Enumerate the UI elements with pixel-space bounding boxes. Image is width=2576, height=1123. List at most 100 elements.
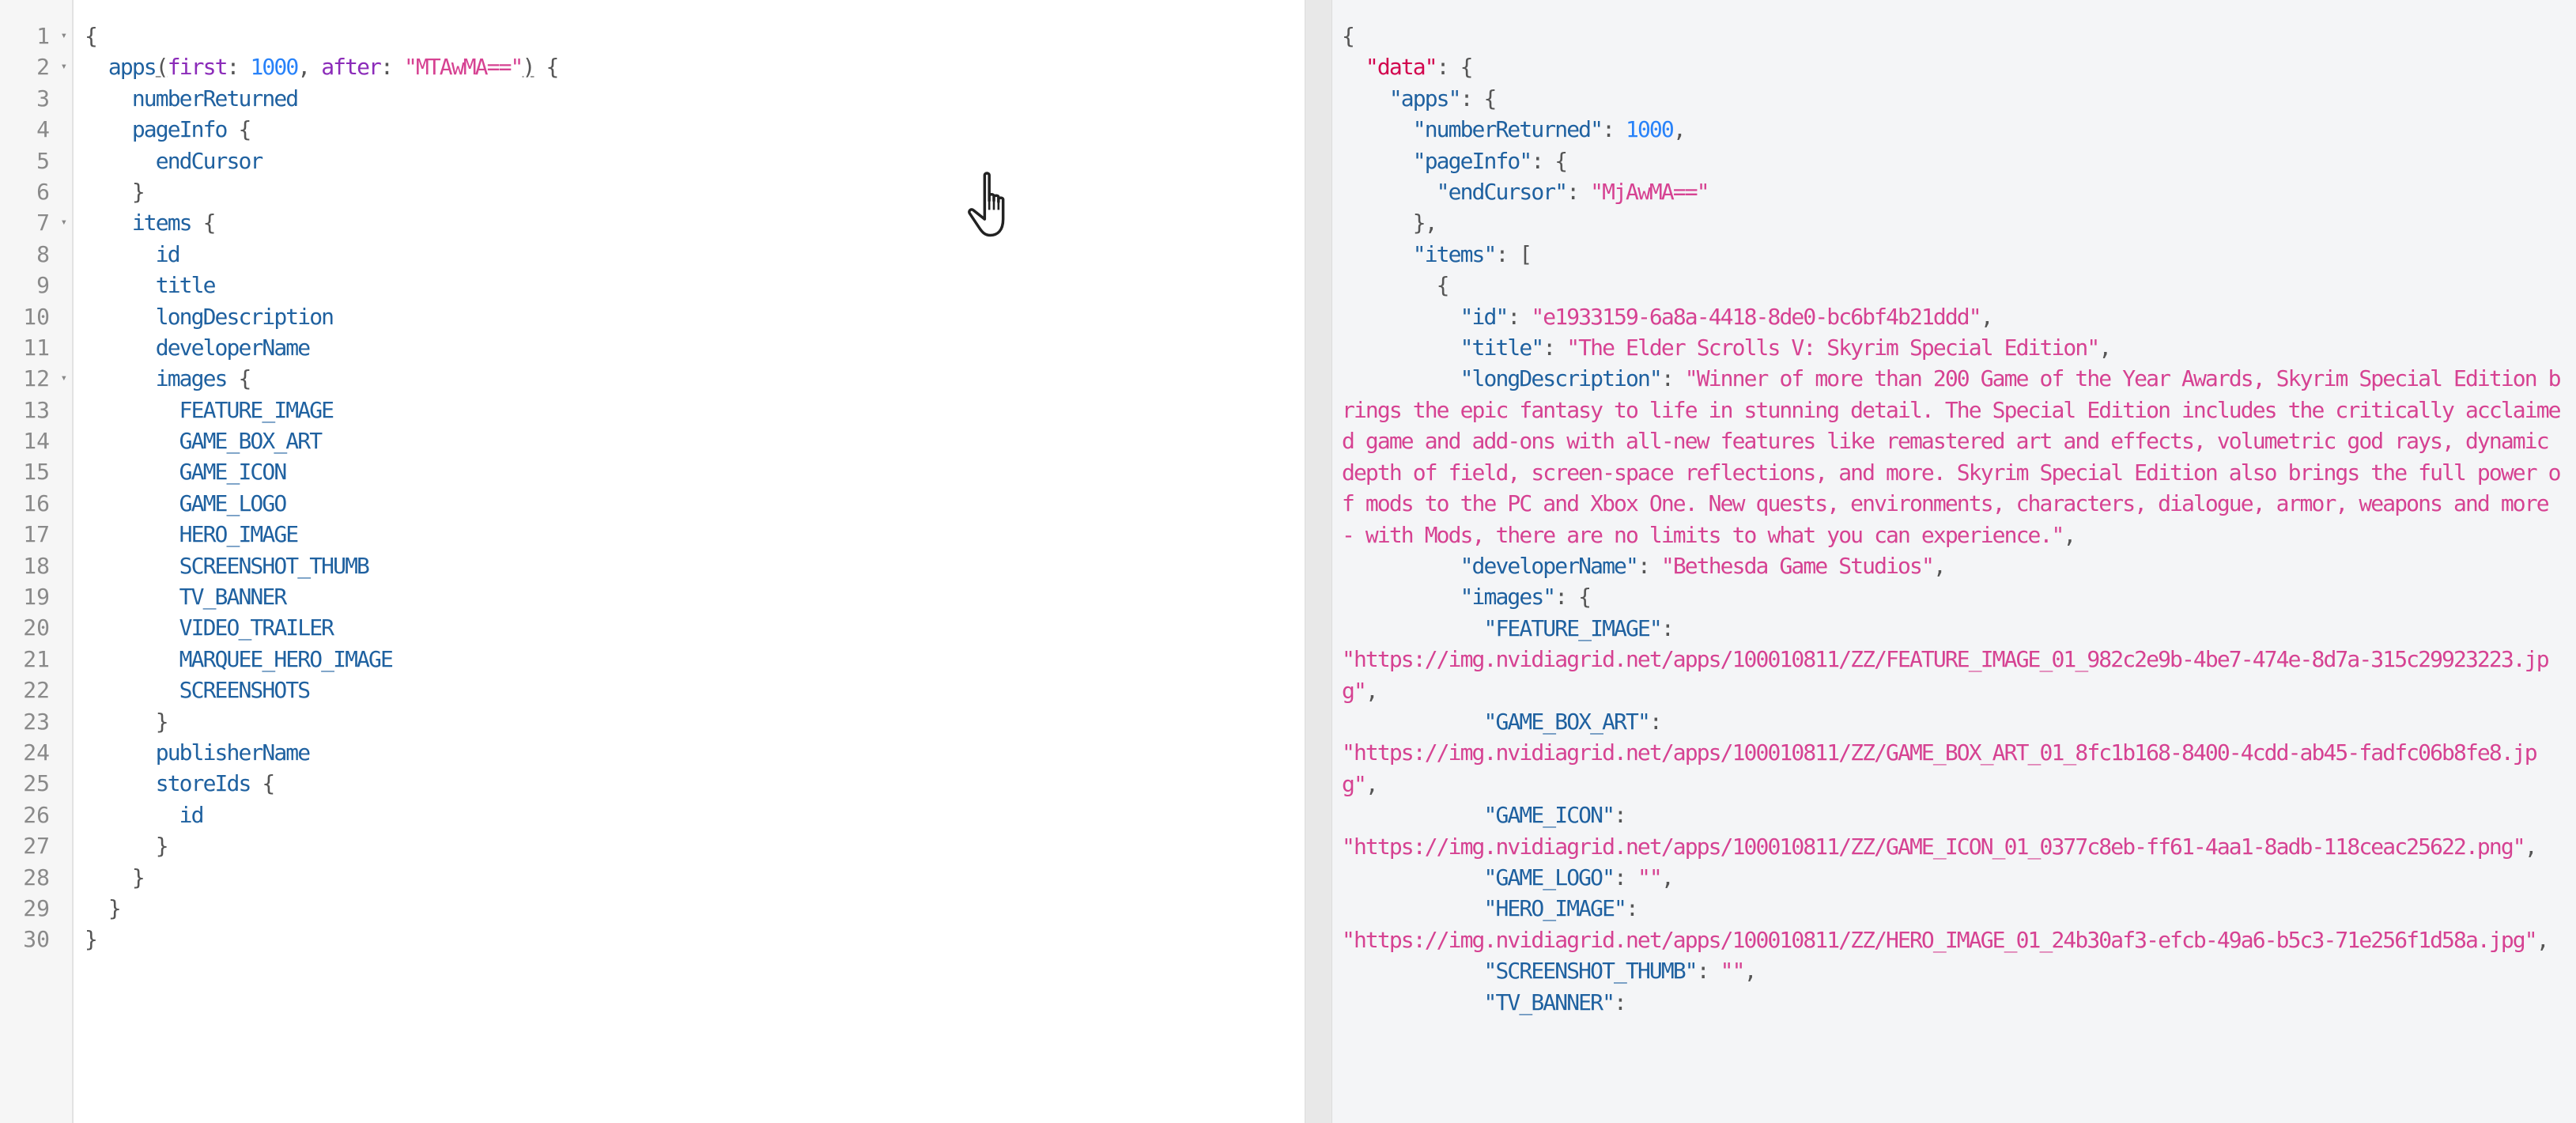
code-line: items { [131, 210, 217, 236]
code-line: } [108, 894, 122, 921]
field-name: publisherName [155, 739, 311, 766]
code-line: } [155, 708, 169, 735]
image-field-name: VIDEO_TRAILER [179, 614, 334, 641]
code-line: numberReturned [85, 83, 1305, 114]
arg-name: first [167, 54, 229, 81]
line-number: 17 [23, 521, 50, 548]
field-name: numberReturned [131, 85, 299, 112]
line-number: 11 [23, 334, 50, 361]
code-line: developerName [85, 332, 1305, 363]
image-field-name: GAME_BOX_ART [179, 428, 323, 455]
json-key: "endCursor" [1436, 179, 1568, 206]
code-line: title [85, 270, 1305, 301]
code-line: SCREENSHOT_THUMB [85, 550, 1305, 581]
field-name: id [179, 801, 205, 828]
line-number: 30 [23, 926, 50, 953]
line-number: 2 ▾ [0, 51, 74, 82]
line-number: 13 [23, 396, 50, 423]
query-editor[interactable]: 1 ▾ 2 ▾ 3 4 5 6 7 ▾ 8 9 10 11 12 ▾ 13 14 15 16 17 18 19 20 21 22 2… [0, 0, 1305, 1123]
code-line: FEATURE_IMAGE [85, 395, 1305, 425]
field-name: developerName [155, 334, 311, 361]
line-number: 9 [36, 272, 50, 299]
line-number: 23 [23, 708, 50, 735]
arg-name: after [321, 54, 382, 81]
root-field: apps [108, 54, 157, 81]
code-line: GAME_ICON [85, 456, 1305, 487]
json-key: "FEATURE_IMAGE" [1483, 614, 1663, 641]
line-number-gutter: 1 ▾ 2 ▾ 3 4 5 6 7 ▾ 8 9 10 11 12 ▾ 13 14 15 16 17 18 19 20 21 22 2… [0, 0, 74, 1123]
line-number: 1 ▾ [0, 21, 74, 51]
json-key: "data" [1365, 54, 1438, 81]
code-line: storeIds { [155, 770, 275, 797]
code-line: { [85, 23, 98, 49]
line-number: 5 [36, 147, 50, 174]
line-number: 7 ▾ [0, 207, 74, 238]
json-key: "GAME_BOX_ART" [1483, 708, 1651, 735]
result-viewer: { "data": { "apps": { "numberReturned": … [1332, 0, 2576, 1123]
json-number: 1000 [1626, 116, 1675, 143]
json-string: "https://img.nvidiagrid.net/apps/1000108… [1342, 926, 2538, 953]
field-name: images [155, 365, 229, 392]
fold-toggle-icon[interactable]: ▾ [61, 207, 67, 238]
field-name: pageInfo [131, 116, 229, 143]
line-number: 3 [36, 85, 50, 112]
json-string: "" [1637, 864, 1663, 890]
field-name: items [131, 210, 193, 236]
code-line: id [85, 800, 1305, 830]
code-line: id [85, 239, 1305, 270]
field-name: longDescription [155, 303, 334, 330]
line-number: 12 ▾ [0, 363, 74, 394]
graphiql-app: 1 ▾ 2 ▾ 3 4 5 6 7 ▾ 8 9 10 11 12 ▾ 13 14 15 16 17 18 19 20 21 22 2… [0, 0, 2576, 1123]
fold-toggle-icon[interactable]: ▾ [61, 51, 67, 82]
code-line: images { [155, 365, 252, 392]
code-line: VIDEO_TRAILER [85, 612, 1305, 643]
arg-value: 1000 [250, 54, 299, 81]
line-number: 20 [23, 614, 50, 641]
line-number: 29 [23, 894, 50, 921]
json-key: "TV_BANNER" [1483, 989, 1615, 1015]
field-name: endCursor [155, 147, 264, 174]
json-key: "items" [1412, 240, 1498, 267]
json-key: "pageInfo" [1412, 147, 1532, 174]
json-string: "https://img.nvidiagrid.net/apps/1000108… [1342, 739, 2538, 797]
field-name: id [155, 240, 181, 267]
image-field-name: GAME_ICON [179, 459, 288, 486]
code-line: } [85, 926, 98, 953]
code-line: longDescription [85, 301, 1305, 332]
line-number: 25 [23, 770, 50, 797]
code-line: TV_BANNER [85, 581, 1305, 612]
json-string: "Winner of more than 200 Game of the Yea… [1342, 365, 2562, 548]
json-key: "numberReturned" [1412, 116, 1603, 143]
code-line: publisherName [85, 737, 1305, 768]
query-code[interactable]: { apps(first: 1000, after: "MTAwMA==") {… [74, 0, 1305, 1123]
line-number: 6 [36, 178, 50, 205]
image-field-name: GAME_LOGO [179, 490, 288, 516]
line-number: 24 [23, 739, 50, 766]
line-number: 27 [23, 833, 50, 860]
line-number: 16 [23, 490, 50, 516]
field-name: storeIds [155, 770, 252, 797]
code-line: MARQUEE_HERO_IMAGE [85, 644, 1305, 675]
line-number: 10 [23, 303, 50, 330]
line-number: 21 [23, 645, 50, 672]
json-key: "images" [1460, 584, 1557, 611]
json-key: "longDescription" [1460, 365, 1663, 392]
result-json: { "data": { "apps": { "numberReturned": … [1342, 23, 2562, 1015]
fold-toggle-icon[interactable]: ▾ [61, 363, 67, 394]
json-key: "id" [1460, 303, 1509, 330]
code-line: } [131, 178, 145, 205]
line-number: 18 [23, 552, 50, 579]
json-string: "MjAwMA==" [1590, 179, 1709, 206]
line-number: 28 [23, 864, 50, 890]
image-field-name: FEATURE_IMAGE [179, 396, 334, 423]
code-line: HERO_IMAGE [85, 519, 1305, 550]
fold-toggle-icon[interactable]: ▾ [61, 21, 67, 51]
image-field-name: TV_BANNER [179, 584, 288, 611]
image-field-name: SCREENSHOT_THUMB [179, 552, 370, 579]
code-line: endCursor [85, 146, 1305, 176]
json-string: "" [1720, 958, 1746, 985]
line-number: 8 [36, 240, 50, 267]
pane-resize-handle[interactable] [1305, 0, 1332, 1123]
line-number: 15 [23, 459, 50, 486]
hand-pointer-icon [968, 172, 1005, 237]
